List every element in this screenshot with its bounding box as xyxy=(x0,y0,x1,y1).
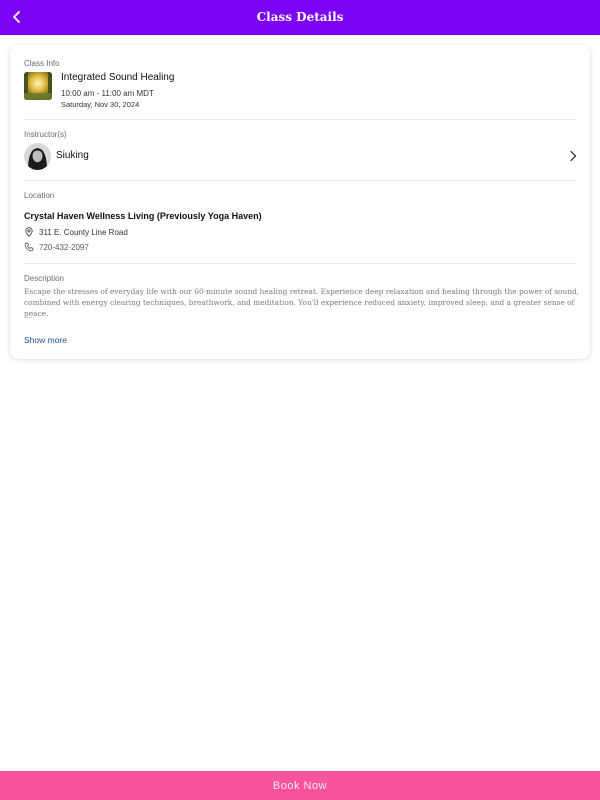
avatar xyxy=(24,143,51,170)
class-time: 10:00 am - 11:00 am MDT xyxy=(61,89,154,98)
description-ellipsis: ... xyxy=(26,311,33,320)
phone-icon xyxy=(24,242,34,252)
location-label: Location xyxy=(24,191,55,200)
class-name: Integrated Sound Healing xyxy=(61,72,175,83)
top-bar: Class Details xyxy=(0,0,600,35)
instructor-row[interactable]: Siuking xyxy=(18,141,582,171)
divider xyxy=(24,180,576,181)
description-text: Escape the stresses of everyday life wit… xyxy=(24,287,580,318)
location-name: Crystal Haven Wellness Living (Previousl… xyxy=(24,211,262,221)
class-date: Saturday, Nov 30, 2024 xyxy=(61,100,140,109)
class-info-label: Class Info xyxy=(24,59,60,68)
address-text: 311 E. County Line Road xyxy=(39,227,128,237)
chevron-right-icon xyxy=(570,150,577,162)
location-address: 311 E. County Line Road xyxy=(24,226,128,238)
class-details-card: Class Info Integrated Sound Healing 10:0… xyxy=(10,45,590,359)
show-more-link[interactable]: Show more xyxy=(24,335,67,345)
instructor-label: Instructor(s) xyxy=(24,130,67,139)
phone-text: 720-432-2097 xyxy=(39,242,89,252)
class-thumbnail xyxy=(24,72,52,100)
book-now-button[interactable]: Book Now xyxy=(0,771,600,800)
page-title: Class Details xyxy=(256,10,344,24)
divider xyxy=(24,119,576,120)
instructor-name: Siuking xyxy=(56,150,89,161)
description-label: Description xyxy=(24,274,65,283)
map-pin-icon xyxy=(25,227,33,237)
location-phone[interactable]: 720-432-2097 xyxy=(24,241,89,253)
divider xyxy=(24,263,576,264)
